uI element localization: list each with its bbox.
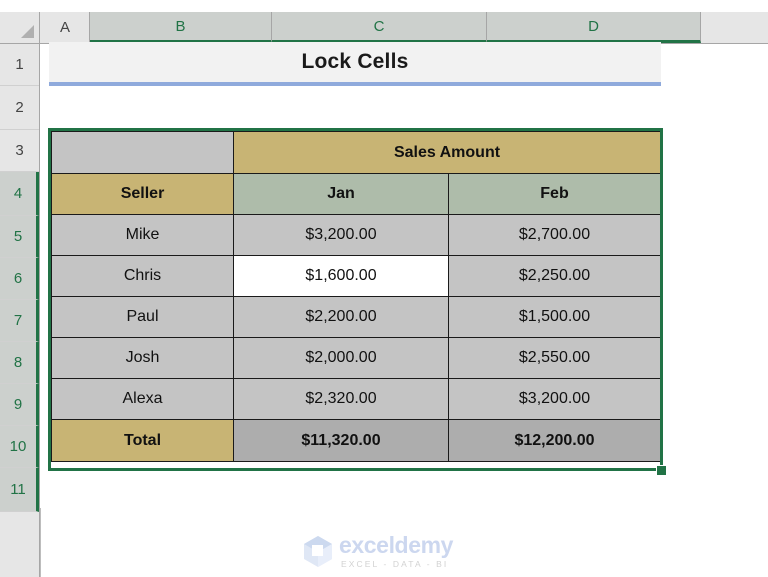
row-header-10[interactable]: 10 — [0, 426, 39, 468]
page-title: Lock Cells — [301, 50, 409, 73]
spreadsheet-sheet: A B C D 1 2 3 4 5 6 7 8 9 10 11 Lock Cel… — [0, 0, 768, 577]
sales-table: Sales Amount Seller Jan Feb Mike $3,200.… — [51, 131, 661, 462]
cell-jan-josh[interactable]: $2,000.00 — [233, 337, 449, 379]
cell-seller-josh[interactable]: Josh — [51, 337, 234, 379]
select-all-triangle-icon — [21, 25, 34, 38]
select-all-corner-button[interactable] — [0, 12, 40, 43]
cell-feb-alexa[interactable]: $3,200.00 — [448, 378, 661, 420]
watermark-tagline: EXCEL - DATA - BI — [341, 558, 449, 569]
cell-header-jan[interactable]: Jan — [233, 173, 449, 215]
cell-sales-amount-header[interactable]: Sales Amount — [233, 131, 661, 174]
column-header-b[interactable]: B — [90, 12, 272, 43]
watermark-text: exceldemy EXCEL - DATA - BI — [339, 531, 454, 569]
row-header-3[interactable]: 3 — [0, 130, 39, 172]
row-header-2[interactable]: 2 — [0, 86, 39, 130]
cell-seller-chris[interactable]: Chris — [51, 255, 234, 297]
cell-total-label[interactable]: Total — [51, 419, 234, 462]
exceldemy-watermark: exceldemy EXCEL - DATA - BI — [303, 531, 468, 571]
cell-seller-paul[interactable]: Paul — [51, 296, 234, 338]
title-banner-cell[interactable]: Lock Cells — [49, 42, 661, 86]
row-header-1[interactable]: 1 — [0, 44, 39, 86]
grid-left-edge-line — [40, 508, 41, 577]
cell-total-jan[interactable]: $11,320.00 — [233, 419, 449, 462]
row-header-4[interactable]: 4 — [0, 172, 39, 216]
cell-feb-paul[interactable]: $1,500.00 — [448, 296, 661, 338]
watermark-brand-name: exceldemy — [339, 531, 454, 558]
table-row-merged-header: Sales Amount — [51, 131, 661, 174]
cell-jan-alexa[interactable]: $2,320.00 — [233, 378, 449, 420]
row-header-6[interactable]: 6 — [0, 258, 39, 300]
row-header-7[interactable]: 7 — [0, 300, 39, 342]
table-row-column-headers: Seller Jan Feb — [51, 173, 661, 215]
row-header-9[interactable]: 9 — [0, 384, 39, 426]
cell-seller-mike[interactable]: Mike — [51, 214, 234, 256]
column-header-strip: A B C D — [0, 12, 768, 44]
selection-fill-handle[interactable] — [656, 465, 667, 476]
row-header-11[interactable]: 11 — [0, 468, 39, 512]
cell-seller-alexa[interactable]: Alexa — [51, 378, 234, 420]
column-header-d[interactable]: D — [487, 12, 701, 43]
column-header-c[interactable]: C — [272, 12, 487, 43]
cell-b4-blank[interactable] — [51, 131, 234, 174]
cell-jan-paul[interactable]: $2,200.00 — [233, 296, 449, 338]
table-row: Josh $2,000.00 $2,550.00 — [51, 337, 661, 379]
sales-table-region: Sales Amount Seller Jan Feb Mike $3,200.… — [48, 128, 667, 476]
column-header-a[interactable]: A — [41, 12, 90, 43]
cell-jan-chris-active-cell[interactable]: $1,600.00 — [233, 255, 449, 297]
cell-jan-mike[interactable]: $3,200.00 — [233, 214, 449, 256]
table-row: Chris $1,600.00 $2,250.00 — [51, 255, 661, 297]
table-row: Alexa $2,320.00 $3,200.00 — [51, 378, 661, 420]
table-row: Mike $3,200.00 $2,700.00 — [51, 214, 661, 256]
row-header-8[interactable]: 8 — [0, 342, 39, 384]
cell-feb-josh[interactable]: $2,550.00 — [448, 337, 661, 379]
cell-feb-mike[interactable]: $2,700.00 — [448, 214, 661, 256]
cell-total-feb[interactable]: $12,200.00 — [448, 419, 661, 462]
row-header-5[interactable]: 5 — [0, 216, 39, 258]
cell-feb-chris[interactable]: $2,250.00 — [448, 255, 661, 297]
table-row: Paul $2,200.00 $1,500.00 — [51, 296, 661, 338]
cell-header-seller[interactable]: Seller — [51, 173, 234, 215]
row-header-strip: 1 2 3 4 5 6 7 8 9 10 11 — [0, 44, 40, 577]
cube-logo-icon — [303, 535, 333, 567]
table-row-total: Total $11,320.00 $12,200.00 — [51, 419, 661, 462]
cell-header-feb[interactable]: Feb — [448, 173, 661, 215]
